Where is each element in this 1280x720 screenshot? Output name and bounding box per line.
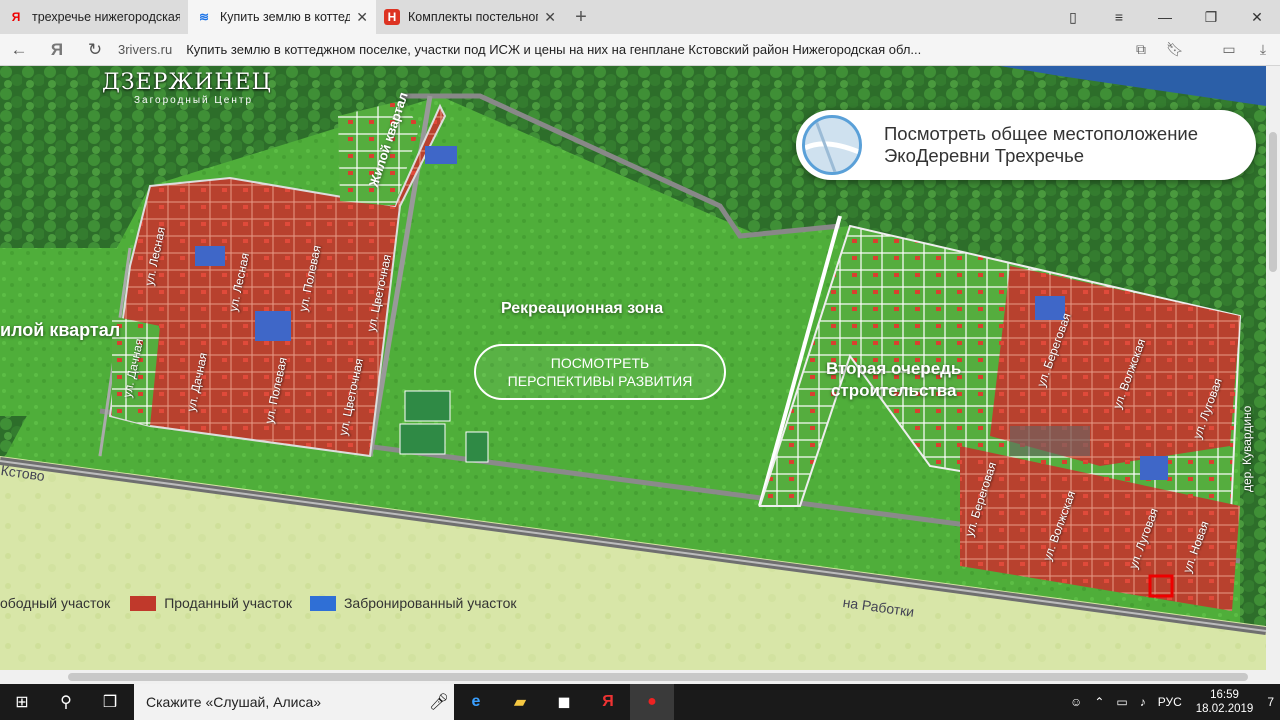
close-tab-icon[interactable]: ✕	[356, 9, 368, 26]
scroll-thumb[interactable]	[68, 673, 1248, 681]
tab-2[interactable]: ≋ Купить землю в коттеджн ✕	[188, 0, 376, 34]
perspective-line2: ПЕРСПЕКТИВЫ РАЗВИТИЯ	[507, 373, 693, 389]
download-icon[interactable]: ⤓	[1246, 34, 1280, 66]
translate-icon[interactable]: ⧉	[1124, 34, 1158, 66]
bookmark-icon[interactable]: 🔖︎	[1158, 34, 1192, 66]
store-icon[interactable]: ◼	[542, 684, 586, 720]
zone-residential-partial-label: илой квартал	[0, 320, 121, 340]
url-domain: 3rivers.ru	[118, 42, 173, 57]
url-page-title: Купить землю в коттеджном поселке, участ…	[186, 42, 922, 57]
volume-icon[interactable]: ♪	[1134, 695, 1152, 709]
close-tab-icon[interactable]: ✕	[544, 9, 556, 26]
search-placeholder: Скажите «Слушай, Алиса»	[146, 694, 322, 710]
minimize-icon[interactable]: —	[1142, 0, 1188, 34]
task-view-icon[interactable]: ❒	[88, 684, 132, 720]
alice-search-box[interactable]: Скажите «Слушай, Алиса» 🎤︎	[134, 684, 454, 720]
second-stage-label: Вторая очередь строительства	[826, 359, 962, 400]
restore-icon[interactable]: ❐	[1188, 0, 1234, 34]
yandex-favicon-icon: Я	[11, 10, 21, 24]
address-bar: ← Я ↻ 3rivers.ru Купить землю в коттеджн…	[0, 34, 1280, 66]
logo-title: ДЗЕРЖИНЕЦ	[102, 70, 272, 95]
legend-sold-swatch	[130, 595, 157, 611]
edge-icon[interactable]: e	[454, 684, 498, 720]
address-actions: ⧉ 🔖︎ ▭ ⤓	[1124, 34, 1280, 66]
taskbar: ⊞ ⚲ ❒ Скажите «Слушай, Алиса» 🎤︎ e ▰ ◼ Я…	[0, 684, 1280, 720]
tab-title: трехречье нижегородская	[32, 10, 180, 24]
site-plan-map: ДЗЕРЖИНЕЦ Загородный Центр Жилой квартал…	[0, 66, 1266, 670]
file-explorer-icon[interactable]: ▰	[498, 684, 542, 720]
tab-3[interactable]: Н Комплекты постельного б ✕	[376, 0, 564, 34]
legend-reserved-swatch	[309, 595, 336, 611]
location-button[interactable]: Посмотреть общее местоположение ЭкоДерев…	[796, 110, 1256, 180]
search-icon[interactable]: ⚲	[44, 684, 88, 720]
battery-icon[interactable]: ▭	[1212, 34, 1246, 66]
tab-1[interactable]: Я трехречье нижегородская	[0, 0, 188, 34]
people-icon[interactable]: ☺	[1064, 695, 1088, 709]
yandex-icon[interactable]: Я	[586, 684, 630, 720]
map-legend: ободный участок Проданный участок Заброн…	[0, 592, 516, 614]
perspective-button[interactable]: ПОСМОТРЕТЬ ПЕРСПЕКТИВЫ РАЗВИТИЯ	[474, 344, 726, 400]
battery-icon[interactable]: ▭	[1110, 695, 1133, 709]
back-icon[interactable]: ←	[0, 34, 38, 66]
reload-icon[interactable]: ↻	[76, 34, 114, 66]
window-controls: ▯ ≡ — ❐ ✕	[1050, 0, 1280, 34]
clock[interactable]: 16:59 18.02.2019	[1188, 688, 1262, 716]
notifications-icon[interactable]: 7	[1261, 695, 1280, 709]
new-tab-button[interactable]: +	[564, 0, 598, 34]
logo-subtitle: Загородный Центр	[134, 95, 254, 106]
horizontal-scrollbar[interactable]	[0, 670, 1280, 684]
system-tray: ☺ ⌃ ▭ ♪ РУС 16:59 18.02.2019 7	[1064, 684, 1280, 720]
language-indicator[interactable]: РУС	[1152, 695, 1188, 709]
url-field[interactable]: 3rivers.ru Купить землю в коттеджном пос…	[114, 37, 1124, 63]
village-label: дер. Кувардино	[1240, 405, 1254, 492]
site-favicon-icon: ≋	[198, 10, 210, 24]
menu-icon[interactable]: ≡	[1096, 0, 1142, 34]
microphone-icon[interactable]: 🎤︎	[424, 692, 454, 712]
clock-time: 16:59	[1210, 689, 1239, 701]
tab-title: Комплекты постельного б	[408, 10, 539, 24]
shop-favicon-icon: Н	[384, 9, 400, 25]
location-line2: ЭкоДеревни Трехречье	[884, 145, 1085, 166]
yandex-browser-icon[interactable]: ●	[630, 684, 674, 720]
legend-reserved-label: Забронированный участок	[343, 595, 517, 611]
scroll-thumb[interactable]	[1269, 132, 1277, 272]
bookmarks-icon[interactable]: ▯	[1050, 0, 1096, 34]
close-window-icon[interactable]: ✕	[1234, 0, 1280, 34]
tray-chevron-icon[interactable]: ⌃	[1088, 695, 1110, 709]
windows-start-icon[interactable]: ⊞	[0, 684, 44, 720]
developer-logo[interactable]: ДЗЕРЖИНЕЦ Загородный Центр	[102, 70, 272, 106]
vertical-scrollbar[interactable]	[1266, 66, 1280, 670]
zone-recreation-label: Рекреационная зона	[501, 300, 664, 317]
legend-free-label: ободный участок	[0, 595, 111, 611]
tab-strip: Я трехречье нижегородская ≋ Купить землю…	[0, 0, 1280, 34]
tab-title: Купить землю в коттеджн	[220, 10, 351, 24]
yandex-icon[interactable]: Я	[38, 34, 76, 66]
clock-date: 18.02.2019	[1195, 703, 1254, 715]
perspective-line1: ПОСМОТРЕТЬ	[550, 355, 650, 371]
legend-sold-label: Проданный участок	[164, 595, 292, 611]
location-map-icon	[802, 115, 862, 175]
location-line1: Посмотреть общее местоположение	[884, 123, 1199, 144]
